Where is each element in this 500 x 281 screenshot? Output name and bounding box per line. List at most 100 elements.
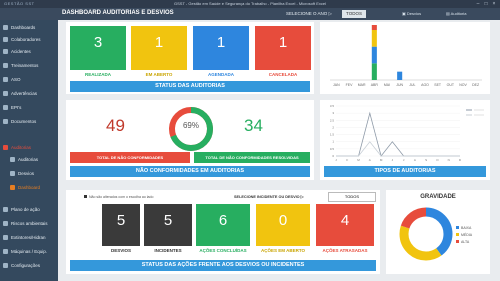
audit-icon	[3, 145, 8, 151]
x-tick-label: D	[459, 158, 462, 162]
sidebar-item-documentos[interactable]: Documentos	[3, 118, 36, 126]
x-tick-label: S	[425, 158, 427, 162]
x-tick-label: FEV	[346, 83, 353, 87]
kpi-label: DESVIOS	[102, 246, 140, 256]
sidebar-item-colaboradores[interactable]: Colaboradores	[3, 36, 41, 44]
kpi-realizada: 3 REALIZADA	[70, 26, 126, 80]
kpi-em-aberto: 1 EM ABERTO	[131, 26, 187, 80]
y-tick-label: 1	[332, 140, 334, 144]
monthly-audit-chart: JAN FEV MAR ABR MAI JUN JUL AGO SET OUT NOV DEZ	[320, 22, 490, 94]
audit-types-panel: 0 0.5 1 1.5 2 2.5 3 3.5 J F M A M J J A S O N D TIPOS DE AU…	[320, 100, 490, 180]
sidebar-item-aso[interactable]: ASO	[3, 76, 21, 84]
sidebar-item-auditorias[interactable]: Auditorias	[3, 144, 31, 152]
audit-types-title: TIPOS DE AUDITORIAS	[324, 166, 486, 177]
y-tick-label: 3.5	[330, 104, 335, 108]
y-tick-label: 1.5	[330, 133, 335, 137]
legend-swatch	[456, 240, 459, 243]
year-select[interactable]: TODOS	[342, 10, 366, 18]
sidebar-subitem-auditorias[interactable]: Auditorias	[10, 156, 38, 164]
sidebar-item-maquinas[interactable]: Máquinas / Equip.	[3, 248, 47, 256]
nc-resolved-value: 34	[244, 116, 263, 135]
training-icon	[3, 63, 8, 69]
list-icon	[10, 157, 15, 163]
sidebar-subitem-desvios[interactable]: Desvios	[10, 170, 34, 178]
sidebar-item-dashboards[interactable]: Dashboards	[3, 24, 35, 32]
nc-resolved-label: TOTAL DE NÃO CONFORMIDADES RESOLVIDAS	[194, 152, 310, 163]
kpi-label: AÇÕES ATRASADAS	[316, 246, 374, 256]
sidebar-item-riscos[interactable]: Riscos ambientais	[3, 220, 48, 228]
gravity-panel: GRAVIDADE BAIXA MÉDIA ALTA	[386, 190, 490, 274]
maximize-icon[interactable]: □	[482, 1, 490, 7]
y-tick-label: 2	[332, 125, 334, 129]
checkbox-row[interactable]: Não são alterados com o escolha ao lado	[84, 195, 153, 199]
x-tick-label: J	[335, 158, 337, 162]
sidebar-item-treinamentos[interactable]: Treinamentos	[3, 62, 38, 70]
kpi-label: CANCELADA	[255, 70, 311, 80]
kpi-value: 5	[116, 212, 126, 229]
document-icon	[3, 119, 8, 125]
gear-icon	[3, 263, 8, 269]
sidebar-item-epis[interactable]: EPI's	[3, 104, 21, 112]
x-tick-label: MAI	[384, 83, 390, 87]
kpi-agendada: 1 AGENDADA	[193, 26, 249, 80]
x-tick-label: A	[369, 158, 371, 162]
legend-label: ALTA	[461, 240, 470, 244]
legend-swatch	[456, 233, 459, 236]
auditoria-link[interactable]: ▤ Auditoria	[446, 11, 466, 16]
y-tick-label: 3	[332, 111, 334, 115]
kpi-label: AGENDADA	[193, 70, 249, 80]
kpi-label: AÇÕES EM ABERTO	[256, 246, 310, 256]
kpi-value: 4	[340, 212, 350, 229]
desvios-link[interactable]: ▣ Desvios	[402, 11, 421, 16]
legend-swatch	[456, 226, 459, 229]
kpi-value: 6	[218, 212, 228, 229]
sidebar: Dashboards Colaboradores Acidentes Trein…	[0, 20, 58, 281]
audit-status-title: STATUS DAS AUDITORIAS	[70, 81, 310, 92]
x-tick-label: A	[414, 158, 416, 162]
nc-title: NÃO CONFORMIDADES EM AUDITORIAS	[70, 166, 310, 177]
sidebar-item-plano-de-acao[interactable]: Plano de ação	[3, 206, 40, 214]
kpi-desvios: 5 DESVIOS	[102, 204, 140, 256]
bar	[371, 25, 377, 30]
sidebar-item-acidentes[interactable]: Acidentes	[3, 48, 31, 56]
sidebar-item-configuracoes[interactable]: Configurações	[3, 262, 40, 270]
kpi-label: REALIZADA	[70, 70, 126, 80]
x-tick-label: O	[436, 158, 439, 162]
x-tick-label: J	[392, 158, 394, 162]
users-icon	[3, 37, 8, 43]
kpi-incidentes: 5 INCIDENTES	[144, 204, 192, 256]
x-tick-label: N	[448, 158, 450, 162]
dashboard-icon	[3, 25, 8, 31]
sidebar-subitem-dashboard[interactable]: Dashboard	[10, 184, 40, 192]
machine-icon	[3, 249, 8, 255]
bar	[371, 46, 377, 64]
risk-icon	[3, 221, 8, 227]
close-icon[interactable]: ×	[490, 1, 498, 7]
x-tick-label: AGO	[421, 83, 429, 87]
x-tick-label: J	[403, 158, 405, 162]
kpi-acoes-atrasadas: 4 AÇÕES ATRASADAS	[316, 204, 374, 256]
bar	[371, 30, 377, 47]
kpi-acoes-em-aberto: 0 AÇÕES EM ABERTO	[256, 204, 310, 256]
nc-total-value: 49	[106, 116, 125, 135]
sidebar-item-extintores[interactable]: Extintores/Hidran	[3, 234, 46, 242]
gravity-donut-chart: BAIXA MÉDIA ALTA	[399, 207, 473, 261]
x-tick-label: F	[346, 158, 348, 162]
kpi-cancelada: 1 CANCELADA	[255, 26, 311, 80]
helmet-icon	[3, 105, 8, 111]
nc-percent: 69%	[182, 121, 199, 130]
x-tick-label: JUN	[396, 83, 403, 87]
incident-select[interactable]: TODOS	[328, 192, 376, 202]
minimize-icon[interactable]: –	[474, 1, 482, 7]
kpi-value: 3	[93, 34, 103, 51]
nc-panel: 49 69% 34 TOTAL DE NÃO CONFORMIDADES TOT…	[66, 100, 314, 180]
sidebar-item-advertencias[interactable]: Advertências	[3, 90, 37, 98]
checkbox[interactable]	[84, 195, 87, 198]
kpi-value: 5	[163, 212, 173, 229]
x-tick-label: M	[380, 158, 383, 162]
audit-status-panel: 3 REALIZADA 1 EM ABERTO 1 AGENDADA 1 CAN…	[66, 22, 314, 94]
actions-panel: Não são alterados com o escolha ao lado …	[66, 190, 380, 274]
kpi-label: AÇÕES CONCLUÍDAS	[196, 246, 250, 256]
bar	[371, 63, 377, 80]
x-tick-label: NOV	[459, 83, 467, 87]
